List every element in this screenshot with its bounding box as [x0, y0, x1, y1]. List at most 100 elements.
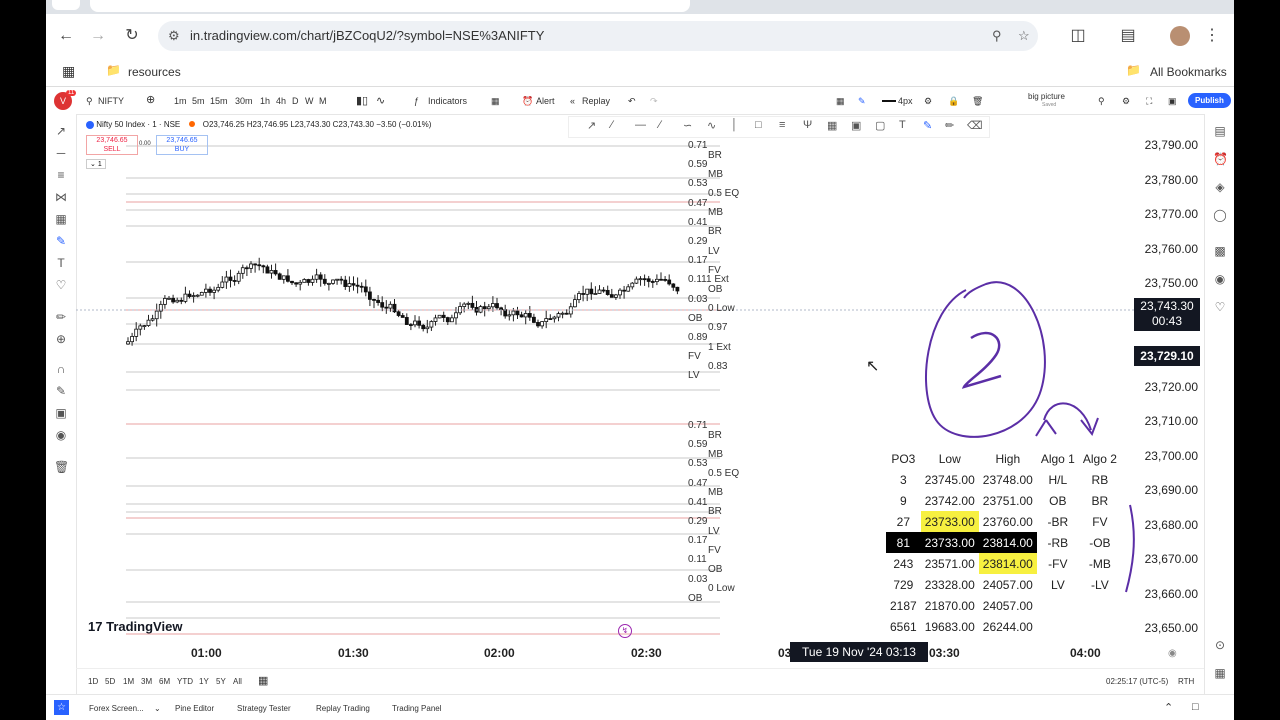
interval-5m[interactable]: 5m [192, 96, 205, 106]
eraser-icon[interactable]: ⌫ [967, 119, 983, 132]
range-3m[interactable]: 3M [141, 677, 152, 686]
range-1d[interactable]: 1D [88, 677, 98, 686]
line-width-icon[interactable] [882, 100, 896, 102]
collapse-panel-icon[interactable]: ⌃ [1164, 701, 1173, 714]
interval-4h[interactable]: 4h [276, 96, 286, 106]
candles-icon[interactable]: ▮▯ [356, 94, 368, 107]
chart-settings-icon[interactable]: ⚙ [1122, 96, 1130, 107]
search-icon[interactable]: ⚲ [992, 28, 1002, 44]
range-1m[interactable]: 1M [123, 677, 134, 686]
browser-tab-active[interactable] [90, 0, 690, 12]
undo-icon[interactable]: ↶ [628, 96, 636, 107]
interval-1h[interactable]: 1h [260, 96, 270, 106]
compare-add-icon[interactable]: ⊕ [146, 93, 155, 106]
pen-icon[interactable]: ✎ [858, 96, 866, 107]
lock-icon[interactable]: 🔒 [948, 96, 959, 107]
browser-tab-previous[interactable] [52, 0, 80, 10]
zoom-icon[interactable]: ⊕ [54, 332, 68, 346]
ruler-icon[interactable]: ✏ [54, 310, 68, 324]
fib-channel-icon[interactable]: ≡ [779, 119, 785, 131]
long-position-icon[interactable]: ▣ [851, 119, 861, 132]
brush-tool-icon[interactable]: ✎ [923, 119, 932, 132]
ray-tool-icon[interactable]: — [635, 119, 646, 131]
clock-readout[interactable]: 02:25:17 (UTC-5) [1106, 677, 1168, 686]
line-width-value[interactable]: 4px [898, 96, 913, 106]
maximize-panel-icon[interactable]: □ [1192, 701, 1199, 713]
help-icon[interactable]: ⊙ [1213, 638, 1227, 652]
range-5y[interactable]: 5Y [216, 677, 226, 686]
cursor-icon[interactable]: ↗ [54, 124, 68, 138]
symbol-search-icon[interactable]: ⚲ [86, 96, 93, 107]
interval-1m[interactable]: 1m [174, 96, 187, 106]
lock-drawings-icon[interactable]: ▣ [54, 406, 68, 420]
extended-line-icon[interactable]: ∕ [659, 119, 661, 131]
range-5d[interactable]: 5D [105, 677, 115, 686]
interval-30m[interactable]: 30m [235, 96, 253, 106]
alerts-clock-icon[interactable]: ⏰ [1213, 152, 1228, 166]
chat-icon[interactable]: ▩ [1213, 244, 1227, 258]
fib-icon[interactable]: ≡ [54, 168, 68, 182]
reload-icon[interactable]: ↻ [120, 24, 144, 48]
legend-title[interactable]: Nifty 50 Index · 1 · NSE [96, 120, 180, 129]
tab-strategy-tester[interactable]: Strategy Tester [237, 704, 291, 713]
legend-count[interactable]: ⌄ 1 [86, 159, 106, 169]
zigzag-tool-icon[interactable]: ∿ [707, 119, 716, 132]
layouts-icon[interactable]: ▦ [491, 96, 500, 107]
settings-icon[interactable]: ⚙ [924, 96, 932, 107]
remove-drawings-icon[interactable]: 🗑 [54, 460, 69, 474]
chart-type-icon[interactable]: ∿ [376, 94, 385, 107]
interval-w[interactable]: W [305, 96, 314, 106]
url-bar[interactable]: ⚙ in.tradingview.com/chart/jBZCoqU2/?sym… [158, 21, 1038, 51]
range-ytd[interactable]: YTD [177, 677, 193, 686]
layout-name[interactable]: big picture [1028, 92, 1065, 101]
back-icon[interactable]: ← [54, 24, 78, 48]
hide-icon[interactable]: ◉ [54, 428, 68, 442]
sidepanel-icon[interactable]: ▤ [1116, 24, 1140, 48]
calendar-icon[interactable]: ▦ [1213, 666, 1227, 680]
apps-grid-icon[interactable]: ▦ [62, 63, 75, 80]
time-settings-icon[interactable]: ◉ [1168, 648, 1177, 659]
quick-search-icon[interactable]: ⚲ [1098, 96, 1105, 107]
line-tool-icon[interactable]: ∕ [611, 119, 613, 131]
pattern-icon[interactable]: ⋈ [54, 190, 68, 204]
screener-chevron-icon[interactable]: ⌄ [154, 704, 161, 713]
replay-button[interactable]: Replay [582, 96, 610, 106]
menu-dots-icon[interactable]: ⋮ [1200, 24, 1224, 48]
text-icon[interactable]: T [899, 119, 906, 131]
brush-icon[interactable]: ✎ [54, 234, 68, 248]
fullscreen-icon[interactable]: ⛶ [1146, 96, 1152, 107]
price-scale[interactable]: 23,790.00 23,780.00 23,770.00 23,760.00 23,7… [1136, 114, 1204, 664]
time-axis[interactable]: 01:00 01:30 02:00 02:30 03 03:30 04:00 ◉ [76, 644, 1204, 668]
tab-pine-editor[interactable]: Pine Editor [175, 704, 214, 713]
snapshot-icon[interactable]: ▣ [1168, 96, 1177, 107]
callout-icon[interactable]: ▢ [875, 119, 885, 132]
arrow-tool-icon[interactable]: ↗ [587, 119, 596, 132]
symbol-name[interactable]: NIFTY [98, 96, 124, 106]
sell-button[interactable]: 23,746.65 SELL [86, 135, 138, 155]
pitchfork-icon[interactable]: Ψ [803, 119, 812, 131]
lightning-icon[interactable]: ↯ [618, 624, 632, 638]
alert-button[interactable]: Alert [536, 96, 555, 106]
interval-d[interactable]: D [292, 96, 299, 106]
text-tool-icon[interactable]: T [54, 256, 68, 270]
heart-icon[interactable]: ♡ [54, 278, 68, 292]
watchlist-icon[interactable]: ▤ [1213, 124, 1227, 138]
tab-trading-panel[interactable]: Trading Panel [392, 704, 442, 713]
session-toggle[interactable]: RTH [1178, 677, 1194, 686]
bookmark-resources[interactable]: resources [128, 65, 181, 79]
star-icon[interactable]: ☆ [1018, 28, 1030, 44]
goto-date-icon[interactable]: ▦ [258, 674, 268, 687]
extensions-icon[interactable]: ◫ [1066, 24, 1090, 48]
all-bookmarks[interactable]: All Bookmarks [1150, 65, 1227, 79]
site-info-icon[interactable]: ⚙ [168, 28, 180, 44]
projection-icon[interactable]: ▦ [54, 212, 68, 226]
notifications-bell-icon[interactable]: ♡ [1213, 300, 1227, 314]
range-6m[interactable]: 6M [159, 677, 170, 686]
interval-m[interactable]: M [319, 96, 327, 106]
star-favorite-icon[interactable]: ☆ [54, 700, 69, 715]
profile-avatar[interactable] [1170, 26, 1190, 46]
redo-icon[interactable]: ↷ [650, 96, 658, 107]
tab-replay-trading[interactable]: Replay Trading [316, 704, 370, 713]
grid-tool-icon[interactable]: ▦ [827, 119, 837, 132]
magnet-icon[interactable]: ∩ [54, 362, 68, 376]
